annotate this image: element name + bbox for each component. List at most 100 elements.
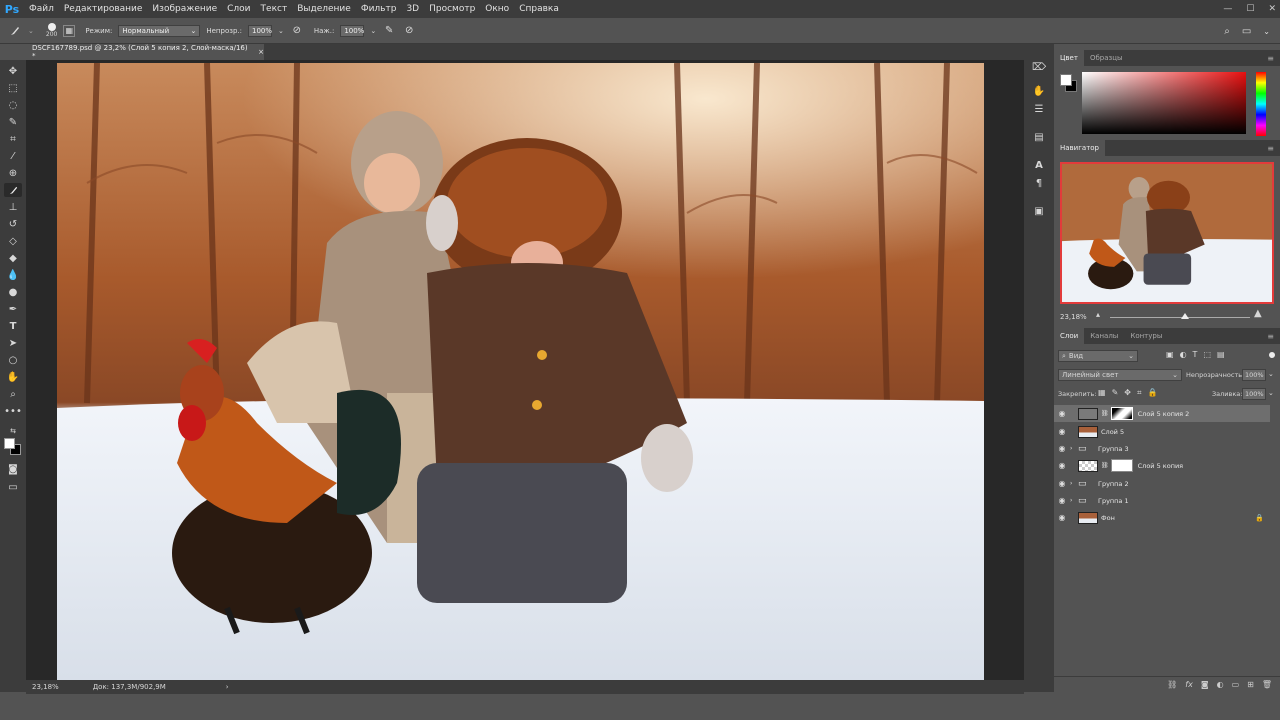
layer-row[interactable]: ◉ ⛓ Слой 5 копия 2	[1054, 405, 1270, 422]
link-icon[interactable]: ⛓	[1101, 410, 1109, 417]
status-zoom[interactable]: 23,18%	[32, 683, 59, 691]
eyedropper-tool-icon[interactable]: ⁄	[4, 149, 22, 163]
filter-toggle[interactable]	[1269, 352, 1275, 358]
layer-row[interactable]: ◉ Слой 5	[1054, 423, 1270, 440]
new-layer-icon[interactable]: ⊞	[1247, 680, 1254, 689]
healing-brush-icon[interactable]: ⊕	[4, 166, 22, 180]
link-layers-icon[interactable]: ⛓	[1167, 680, 1177, 689]
document-tab[interactable]: DSCF167789.psd @ 23,2% (Слой 5 копия 2, …	[26, 44, 264, 60]
fill-chevron-icon[interactable]: ⌄	[1268, 389, 1274, 397]
mode-select[interactable]: Нормальный ⌄	[118, 24, 201, 37]
properties-panel-icon[interactable]: ▤	[1032, 130, 1046, 144]
layer-mask-thumbnail[interactable]	[1110, 459, 1133, 472]
fx-icon[interactable]: fx	[1185, 680, 1193, 689]
navigator-zoom-value[interactable]: 23,18%	[1060, 313, 1087, 321]
more-tools-icon[interactable]: •••	[4, 404, 22, 418]
filter-shape-icon[interactable]: ⬚	[1203, 350, 1211, 359]
menu-3d[interactable]: 3D	[401, 4, 424, 14]
visibility-eye-icon[interactable]: ◉	[1054, 427, 1070, 436]
opacity-input[interactable]: 100%	[247, 24, 272, 37]
menu-image[interactable]: Изображение	[147, 4, 222, 14]
delete-layer-icon[interactable]: 🗑	[1262, 680, 1272, 689]
close-tab-icon[interactable]: ×	[258, 48, 264, 56]
menu-select[interactable]: Выделение	[292, 4, 356, 14]
search-icon[interactable]: ⌕	[1224, 26, 1230, 37]
menu-edit[interactable]: Редактирование	[59, 4, 148, 14]
visibility-eye-icon[interactable]: ◉	[1054, 479, 1070, 488]
tool-preset-chevron-icon[interactable]: ⌄	[28, 27, 34, 35]
tab-paths[interactable]: Контуры	[1124, 328, 1168, 344]
hand-tool-icon[interactable]: ✋	[4, 370, 22, 384]
flow-chevron-icon[interactable]: ⌄	[370, 27, 376, 35]
workspace-chevron-icon[interactable]: ⌄	[1263, 27, 1270, 36]
color-field[interactable]	[1082, 72, 1246, 134]
tab-channels[interactable]: Каналы	[1084, 328, 1124, 344]
menu-help[interactable]: Справка	[514, 4, 564, 14]
adjustments-panel-icon[interactable]: ☰	[1032, 102, 1046, 116]
lock-all-icon[interactable]: 🔒	[1147, 388, 1157, 398]
blur-tool-icon[interactable]: 💧	[4, 268, 22, 282]
airbrush-icon[interactable]: ✎	[382, 24, 396, 38]
actions-panel-icon[interactable]: ✋	[1032, 84, 1046, 98]
zoom-tool-icon[interactable]: ⌕	[4, 387, 22, 401]
lock-transparency-icon[interactable]: ▦	[1098, 388, 1106, 398]
type-tool-icon[interactable]: T	[4, 319, 22, 333]
eraser-tool-icon[interactable]: ◇	[4, 234, 22, 248]
filter-adjustment-icon[interactable]: ◐	[1180, 350, 1187, 359]
marquee-tool-icon[interactable]: ⬚	[4, 81, 22, 95]
menu-layers[interactable]: Слои	[222, 4, 255, 14]
brush-tool-icon[interactable]	[8, 24, 22, 38]
tab-layers[interactable]: Слои	[1054, 328, 1085, 344]
libraries-panel-icon[interactable]: ▣	[1032, 204, 1046, 218]
document-canvas[interactable]	[57, 63, 984, 680]
layer-mask-thumbnail[interactable]	[1110, 407, 1133, 420]
workspace-icon[interactable]: ▭	[1242, 26, 1251, 37]
menu-window[interactable]: Окно	[480, 4, 514, 14]
paint-bucket-icon[interactable]: ◆	[4, 251, 22, 265]
menu-filter[interactable]: Фильтр	[356, 4, 402, 14]
status-chevron-icon[interactable]: ›	[226, 683, 229, 691]
character-panel-icon[interactable]: A	[1032, 158, 1046, 172]
color-panel-fg-swatch[interactable]	[1060, 74, 1072, 86]
menu-view[interactable]: Просмотр	[424, 4, 480, 14]
group-expand-chevron-icon[interactable]: ›	[1070, 480, 1078, 487]
quick-select-tool-icon[interactable]: ✎	[4, 115, 22, 129]
swap-colors-icon[interactable]: ⇆	[4, 424, 22, 438]
screen-mode-icon[interactable]: ▭	[4, 480, 22, 494]
move-tool-icon[interactable]: ✥	[4, 64, 22, 78]
group-expand-chevron-icon[interactable]: ›	[1070, 497, 1078, 504]
fill-input[interactable]: 100%	[1242, 388, 1266, 400]
crop-tool-icon[interactable]: ⌗	[4, 132, 22, 146]
paragraph-panel-icon[interactable]: ¶	[1032, 176, 1046, 190]
tab-navigator[interactable]: Навигатор	[1054, 140, 1105, 156]
history-brush-icon[interactable]: ↺	[4, 217, 22, 231]
layer-row[interactable]: ◉ ⛓ Слой 5 копия	[1054, 457, 1270, 474]
lock-artboard-icon[interactable]: ⌗	[1137, 388, 1142, 398]
layer-row[interactable]: ◉ › ▭ Группа 1	[1054, 492, 1270, 509]
pen-tool-icon[interactable]: ✒	[4, 302, 22, 316]
menu-type[interactable]: Текст	[256, 4, 293, 14]
path-select-icon[interactable]: ➤	[4, 336, 22, 350]
layer-row[interactable]: ◉ › ▭ Группа 2	[1054, 475, 1270, 492]
layers-panel-menu-icon[interactable]: ≡	[1267, 332, 1274, 341]
navigator-menu-icon[interactable]: ≡	[1267, 144, 1274, 153]
pressure-opacity-icon[interactable]: ⊘	[290, 24, 304, 38]
quick-mask-icon[interactable]: ◙	[4, 462, 22, 476]
zoom-out-icon[interactable]: ▴	[1096, 310, 1100, 319]
add-mask-icon[interactable]: ◙	[1201, 680, 1209, 689]
clone-stamp-icon[interactable]: ⊥	[4, 200, 22, 214]
dodge-tool-icon[interactable]: ●	[4, 285, 22, 299]
visibility-eye-icon[interactable]: ◉	[1054, 513, 1070, 522]
visibility-eye-icon[interactable]: ◉	[1054, 409, 1070, 418]
foreground-color-swatch[interactable]	[4, 438, 15, 449]
group-expand-chevron-icon[interactable]: ›	[1070, 445, 1078, 452]
brush-panel-icon[interactable]: ▦	[63, 24, 76, 37]
maximize-button[interactable]: ☐	[1246, 4, 1254, 14]
opacity-chevron-icon[interactable]: ⌄	[278, 27, 284, 35]
tab-swatches[interactable]: Образцы	[1084, 50, 1129, 66]
lasso-tool-icon[interactable]: ◌	[4, 98, 22, 112]
brush-size-picker[interactable]: 200	[46, 23, 57, 38]
visibility-eye-icon[interactable]: ◉	[1054, 496, 1070, 505]
navigator-zoom-thumb[interactable]	[1180, 313, 1189, 319]
blend-mode-select[interactable]: Линейный свет ⌄	[1058, 369, 1182, 381]
